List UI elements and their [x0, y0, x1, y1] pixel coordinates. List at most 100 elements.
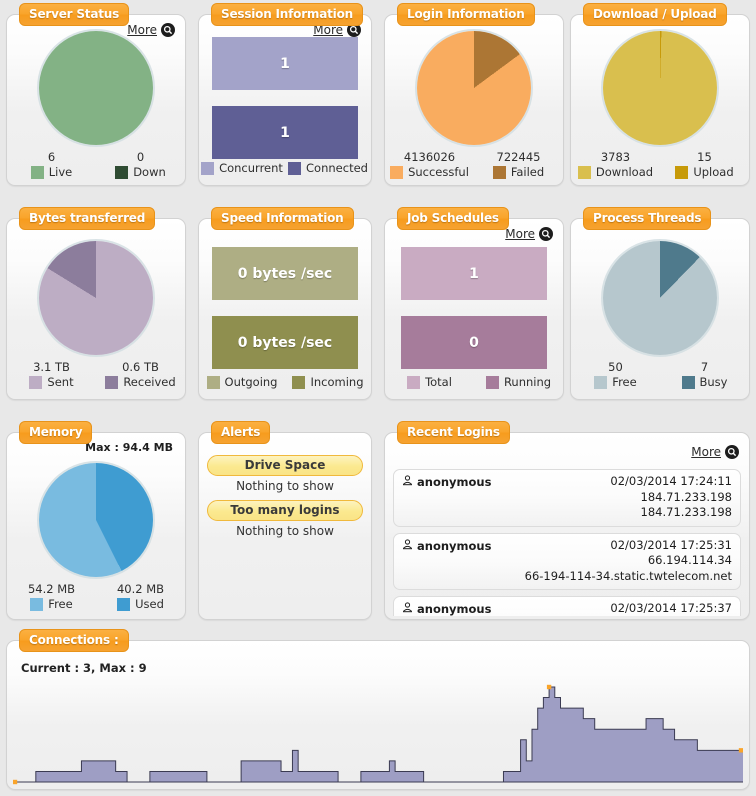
alert-button-too-many-logins[interactable]: Too many logins: [207, 500, 363, 521]
panel-connections: Connections : Current : 3, Max : 9: [6, 629, 750, 790]
legend-label-free-threads: Free: [612, 375, 637, 389]
bar-total: 1: [401, 247, 547, 300]
panel-server-status: Server Status More 6 0 Live Down: [6, 3, 186, 186]
panel-title-login-information: Login Information: [397, 3, 535, 26]
value-memory-used: 40.2 MB: [116, 582, 165, 596]
bar-value-incoming: 0 bytes /sec: [237, 334, 333, 351]
panel-login-information: Login Information 4136026 722445 Success…: [384, 3, 564, 186]
bars-session-information: 1 1: [199, 37, 371, 159]
login-time: 02/03/2014 17:24:11: [610, 474, 732, 488]
legend-item-received: Received: [96, 375, 185, 389]
bars-speed-information: 0 bytes /sec 0 bytes /sec: [199, 247, 371, 369]
panel-title-connections: Connections :: [19, 629, 129, 652]
legend-item-down: Down: [96, 165, 185, 179]
panel-alerts: Alerts Drive Space Nothing to show Too m…: [198, 421, 372, 620]
login-time: 02/03/2014 17:25:37: [610, 601, 732, 616]
alert-button-drive-space[interactable]: Drive Space: [207, 455, 363, 476]
more-link-job-schedules[interactable]: More: [505, 227, 553, 241]
swatch-download: [577, 165, 591, 179]
swatch-running: [485, 375, 499, 389]
legend-bytes-transferred: Sent Received: [7, 375, 185, 389]
panel-download-upload: Download / Upload 3783 15 Download Uploa…: [570, 3, 750, 186]
swatch-memory-used: [117, 597, 131, 611]
value-busy-threads: 7: [700, 360, 709, 374]
login-row[interactable]: anonymous 02/03/2014 17:25:37 180.189.19…: [393, 596, 741, 616]
login-user-name: anonymous: [417, 475, 492, 489]
legend-item-failed: Failed: [474, 165, 563, 179]
legend-item-incoming: Incoming: [285, 375, 371, 389]
swatch-down: [115, 165, 129, 179]
login-row[interactable]: anonymous 02/03/2014 17:24:11 184.71.233…: [393, 469, 741, 527]
legend-login-information: Successful Failed: [385, 165, 563, 179]
login-user-name: anonymous: [417, 538, 492, 553]
swatch-concurrent: [201, 161, 215, 175]
value-failed: 722445: [496, 150, 541, 164]
legend-session-information: Concurrent Connected: [199, 161, 371, 175]
pie-values-login-information: 4136026 722445: [385, 150, 563, 164]
connections-summary: Current : 3, Max : 9: [21, 661, 147, 675]
swatch-connected: [288, 161, 302, 175]
more-link-recent-logins[interactable]: More: [691, 445, 739, 459]
more-label: More: [127, 23, 157, 37]
legend-label-concurrent: Concurrent: [219, 161, 283, 175]
legend-item-busy-threads: Busy: [660, 375, 749, 389]
dashboard-root: Server Status More 6 0 Live Down Session…: [0, 0, 756, 796]
swatch-successful: [390, 165, 404, 179]
login-row[interactable]: anonymous 02/03/2014 17:25:31 66.194.114…: [393, 532, 741, 591]
swatch-total: [407, 375, 421, 389]
recent-logins-list[interactable]: anonymous 02/03/2014 17:24:11 184.71.233…: [385, 469, 749, 616]
pie-chart-login-information: [417, 31, 531, 145]
legend-item-memory-used: Used: [96, 597, 185, 611]
swatch-upload: [675, 165, 689, 179]
panel-title-memory: Memory: [19, 421, 93, 444]
pie-values-download-upload: 3783 15: [571, 150, 749, 164]
legend-label-connected: Connected: [306, 161, 368, 175]
value-free-threads: 50: [608, 360, 623, 374]
login-user: anonymous: [402, 474, 491, 489]
user-icon: [402, 602, 413, 616]
legend-label-down: Down: [133, 165, 166, 179]
bars-job-schedules: 1 0: [385, 247, 563, 369]
more-link-server-status[interactable]: More: [127, 23, 175, 37]
pie-chart-memory: [39, 463, 153, 577]
alert-status-drive-space: Nothing to show: [236, 479, 334, 493]
legend-label-running: Running: [503, 375, 552, 389]
panel-title-process-threads: Process Threads: [583, 207, 712, 230]
bar-value-connected: 1: [280, 124, 290, 141]
user-icon: [402, 538, 413, 553]
panel-job-schedules: Job Schedules More 1 0 Total Running: [384, 207, 564, 400]
magnifier-icon: [539, 227, 553, 241]
chart-bytes-transferred: 3.1 TB 0.6 TB Sent Received: [7, 241, 185, 389]
legend-download-upload: Download Upload: [571, 165, 749, 179]
value-sent: 3.1 TB: [33, 360, 70, 374]
bar-value-outgoing: 0 bytes /sec: [237, 265, 333, 282]
legend-item-running: Running: [474, 375, 563, 389]
legend-item-sent: Sent: [7, 375, 96, 389]
login-user-name: anonymous: [417, 602, 492, 616]
swatch-outgoing: [206, 375, 220, 389]
pie-values-bytes-transferred: 3.1 TB 0.6 TB: [7, 360, 185, 374]
legend-label-outgoing: Outgoing: [224, 375, 278, 389]
user-icon: [402, 475, 413, 489]
alert-status-too-many-logins: Nothing to show: [236, 524, 334, 538]
value-successful: 4136026: [403, 150, 456, 164]
value-live: 6: [47, 150, 56, 164]
login-host: 66-194-114-34.static.twtelecom.net: [524, 568, 732, 583]
legend-label-sent: Sent: [47, 375, 74, 389]
login-meta: 02/03/2014 17:25:31 66.194.114.34 66-194…: [525, 538, 732, 585]
bar-value-concurrent: 1: [280, 55, 290, 72]
connections-graph: [13, 681, 743, 785]
connections-area-chart: [13, 684, 743, 785]
pie-chart-process-threads: [603, 241, 717, 355]
legend-item-memory-free: Free: [7, 597, 96, 611]
pie-chart-download-upload: [603, 31, 717, 145]
bar-value-total: 1: [469, 265, 479, 282]
chart-process-threads: 50 7 Free Busy: [571, 241, 749, 389]
panel-bytes-transferred: Bytes transferred 3.1 TB 0.6 TB Sent Rec…: [6, 207, 186, 400]
legend-process-threads: Free Busy: [571, 375, 749, 389]
chart-memory: 54.2 MB 40.2 MB Free Used: [7, 463, 185, 611]
legend-label-incoming: Incoming: [310, 375, 364, 389]
login-host: 184.71.233.198: [640, 505, 732, 520]
panel-recent-logins: Recent Logins More anonymous 02/03/2014 …: [384, 421, 750, 620]
legend-label-received: Received: [123, 375, 176, 389]
